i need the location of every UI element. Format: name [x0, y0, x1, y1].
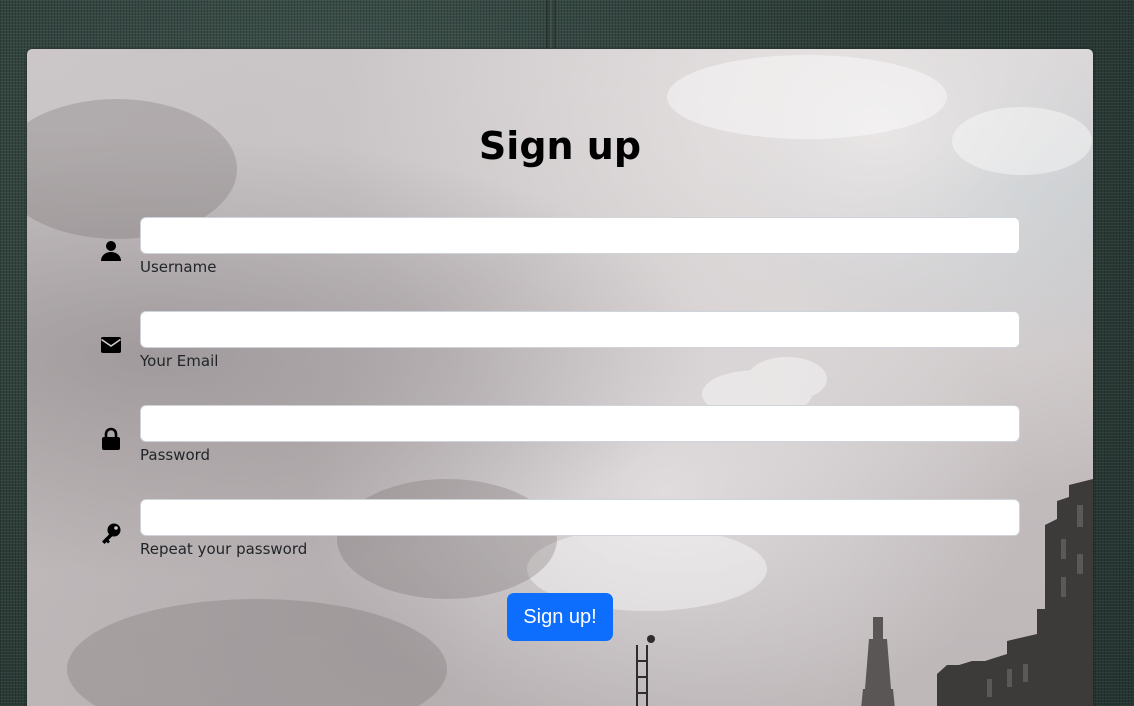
repeat-password-row: Repeat your password: [99, 499, 1023, 561]
repeat-password-input[interactable]: [140, 499, 1020, 536]
background-fabric-seam: [546, 0, 556, 48]
key-icon: [102, 523, 121, 544]
email-input[interactable]: [140, 311, 1020, 348]
envelope-icon: [101, 337, 121, 353]
email-row: Your Email: [99, 311, 1023, 373]
password-input[interactable]: [140, 405, 1020, 442]
username-label: Username: [140, 258, 217, 276]
username-row: Username: [99, 217, 1023, 279]
sign-up-button[interactable]: Sign up!: [507, 593, 613, 641]
user-icon: [101, 241, 121, 261]
repeat-password-label: Repeat your password: [140, 540, 308, 558]
password-label: Password: [140, 446, 211, 464]
page-title: Sign up: [478, 124, 642, 168]
email-label: Your Email: [140, 352, 219, 370]
username-input[interactable]: [140, 217, 1020, 254]
lock-icon: [102, 427, 120, 450]
signup-card: Sign up Username Your Email Password Rep…: [27, 49, 1093, 706]
password-row: Password: [99, 405, 1023, 467]
